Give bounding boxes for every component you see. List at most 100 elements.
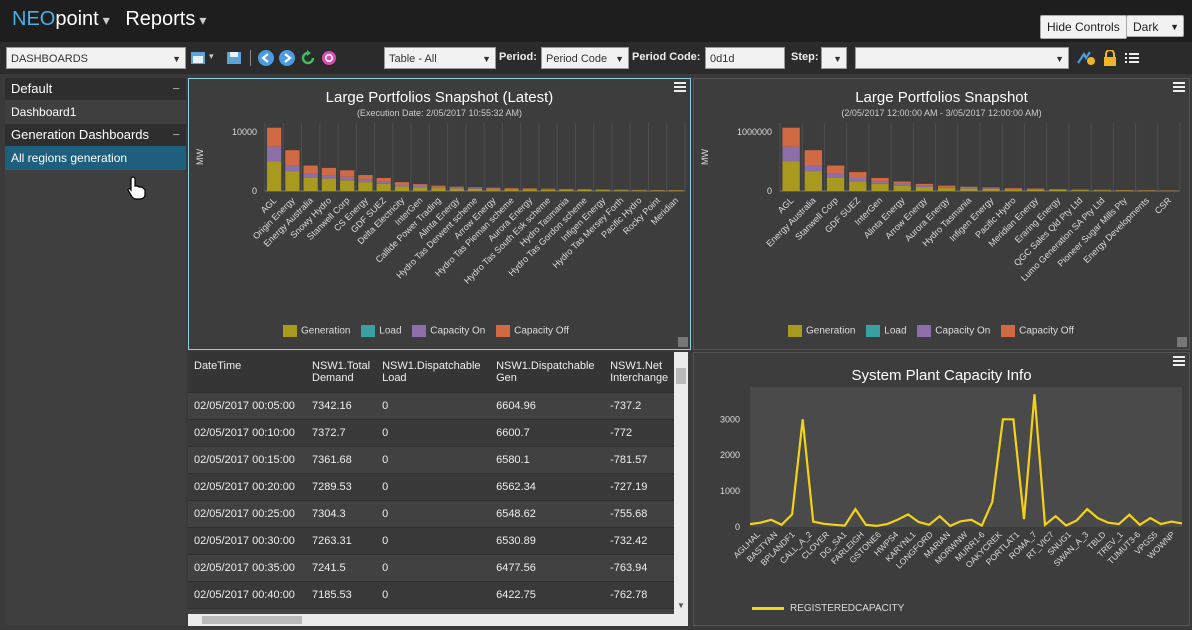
bar-segment-capacity-off[interactable] <box>915 183 934 186</box>
bar-segment-generation[interactable] <box>394 186 410 191</box>
bar-segment-capacity-off[interactable] <box>982 187 1000 189</box>
bar-segment-capacity-off[interactable] <box>826 165 845 174</box>
bar-segment-capacity-on[interactable] <box>467 188 483 189</box>
bar-segment-generation[interactable] <box>303 177 318 191</box>
bar-segment-capacity-off[interactable] <box>960 186 978 188</box>
bar-segment-capacity-off[interactable] <box>1004 188 1022 189</box>
bar-segment-generation[interactable] <box>650 190 665 191</box>
vertical-scrollbar[interactable]: ▼ <box>674 352 688 626</box>
bar-segment-generation[interactable] <box>340 180 355 191</box>
bar-segment-capacity-on[interactable] <box>522 188 537 190</box>
bar-segment-generation[interactable] <box>595 190 610 191</box>
bar-segment-generation[interactable] <box>1049 189 1067 191</box>
bar-segment-capacity-on[interactable] <box>826 173 845 178</box>
bar-segment-generation[interactable] <box>285 171 300 191</box>
bar-segment-capacity-off[interactable] <box>431 185 446 187</box>
bar-segment-capacity-off[interactable] <box>782 127 800 147</box>
bar-segment-generation[interactable] <box>358 182 373 191</box>
bar-segment-capacity-on[interactable] <box>804 165 822 172</box>
table-row[interactable]: 02/05/2017 00:40:00 7185.53 0 6422.75 -762.7… <box>188 580 675 608</box>
bar-segment-capacity-on[interactable] <box>394 184 410 187</box>
bar-segment-generation[interactable] <box>559 189 574 191</box>
bar-segment-generation[interactable] <box>632 190 647 191</box>
bar-segment-generation[interactable] <box>613 190 629 191</box>
bar-segment-generation[interactable] <box>804 171 822 191</box>
resize-handle[interactable] <box>678 337 688 347</box>
add-dashboard-dropdown-icon[interactable]: ▾ <box>209 51 214 62</box>
bar-segment-generation[interactable] <box>267 161 282 191</box>
record-icon[interactable] <box>321 50 337 66</box>
add-dashboard-icon[interactable] <box>190 50 206 66</box>
reports-menu[interactable]: Reports <box>125 8 195 30</box>
table-row[interactable]: 02/05/2017 00:35:00 7241.5 0 6477.56 -763.94 <box>188 553 675 581</box>
period-code-input[interactable]: 0d1d <box>705 47 785 69</box>
legend-capacity-off[interactable]: Capacity Off <box>1019 326 1074 337</box>
bar-segment-capacity-on[interactable] <box>982 188 1000 189</box>
horizontal-scrollbar[interactable] <box>188 614 674 626</box>
bar-segment-generation[interactable] <box>982 188 1000 191</box>
bar-segment-capacity-on[interactable] <box>915 185 934 187</box>
bar-segment-capacity-off[interactable] <box>1026 188 1045 190</box>
bar-segment-generation[interactable] <box>1004 189 1022 191</box>
bar-segment-generation[interactable] <box>486 189 501 191</box>
column-header-net-interchange[interactable]: NSW1.Net Interchange <box>604 352 675 392</box>
bar-segment-generation[interactable] <box>467 188 483 191</box>
scrollbar-thumb[interactable] <box>202 616 302 624</box>
chart-menu-icon[interactable] <box>1173 82 1185 92</box>
chart-menu-icon[interactable] <box>1173 356 1185 366</box>
bar-segment-capacity-off[interactable] <box>285 150 300 166</box>
dashboards-select[interactable]: DASHBOARDS ▼ <box>6 47 186 69</box>
bar-segment-capacity-off[interactable] <box>303 165 318 174</box>
bar-segment-generation[interactable] <box>782 161 800 191</box>
sidebar-item-all-regions-generation[interactable]: All regions generation <box>5 146 186 170</box>
sidebar-group-default[interactable]: Default − <box>5 78 186 100</box>
bar-segment-capacity-off[interactable] <box>938 185 956 188</box>
bar-segment-generation[interactable] <box>893 185 911 191</box>
bar-segment-generation[interactable] <box>915 186 934 191</box>
save-dashboard-icon[interactable] <box>226 50 242 66</box>
bar-segment-generation[interactable] <box>540 189 556 191</box>
list-menu-icon[interactable] <box>1124 50 1140 66</box>
bar-segment-capacity-off[interactable] <box>504 188 519 189</box>
theme-select[interactable]: Dark ▼ <box>1126 15 1184 37</box>
bar-segment-generation[interactable] <box>960 188 978 191</box>
bar-segment-capacity-off[interactable] <box>486 187 501 189</box>
bar-segment-capacity-off[interactable] <box>893 181 911 184</box>
bar-segment-generation[interactable] <box>938 188 956 191</box>
app-brand[interactable]: NEOpoint ▾ Reports ▾ <box>12 8 216 31</box>
bar-segment-generation[interactable] <box>577 189 592 191</box>
bar-segment-generation[interactable] <box>522 189 537 191</box>
resize-handle[interactable] <box>1177 337 1187 347</box>
table-row[interactable]: 02/05/2017 00:15:00 7361.68 0 6580.1 -781.57 <box>188 445 675 473</box>
bar-segment-capacity-off[interactable] <box>394 182 410 185</box>
bar-segment-capacity-on[interactable] <box>413 185 428 188</box>
bar-segment-generation[interactable] <box>1115 190 1134 191</box>
legend-generation[interactable]: Generation <box>301 326 350 337</box>
bar-segment-capacity-off[interactable] <box>804 150 822 166</box>
period-select[interactable]: Period Code ▼ <box>541 47 629 69</box>
bar-segment-capacity-on[interactable] <box>871 181 889 184</box>
bar-segment-capacity-off[interactable] <box>376 177 391 182</box>
table-row[interactable]: 02/05/2017 00:10:00 7372.7 0 6600.7 -772 <box>188 418 675 446</box>
bar-segment-generation[interactable] <box>1026 189 1045 191</box>
bar-segment-capacity-off[interactable] <box>321 167 337 176</box>
bar-segment-capacity-on[interactable] <box>960 187 978 189</box>
share-icon[interactable] <box>1076 50 1096 66</box>
bar-segment-generation[interactable] <box>1093 190 1111 191</box>
bar-segment-capacity-off[interactable] <box>267 127 282 147</box>
forward-arrow-icon[interactable] <box>279 50 295 66</box>
bar-segment-capacity-off[interactable] <box>413 184 428 186</box>
bar-segment-capacity-on[interactable] <box>486 188 501 190</box>
bar-segment-generation[interactable] <box>668 190 683 191</box>
bar-segment-generation[interactable] <box>321 178 337 191</box>
bar-segment-capacity-on[interactable] <box>358 179 373 183</box>
bar-segment-capacity-on[interactable] <box>849 177 867 182</box>
bar-segment-capacity-on[interactable] <box>504 188 519 190</box>
reports-dropdown-icon[interactable]: ▾ <box>199 12 206 28</box>
bar-segment-capacity-on[interactable] <box>267 146 282 162</box>
table-select[interactable]: Table - All ▼ <box>384 47 496 69</box>
bar-segment-generation[interactable] <box>431 188 446 191</box>
bar-segment-capacity-on[interactable] <box>782 146 800 162</box>
bar-segment-capacity-on[interactable] <box>431 186 446 189</box>
bar-segment-capacity-off[interactable] <box>522 188 537 189</box>
